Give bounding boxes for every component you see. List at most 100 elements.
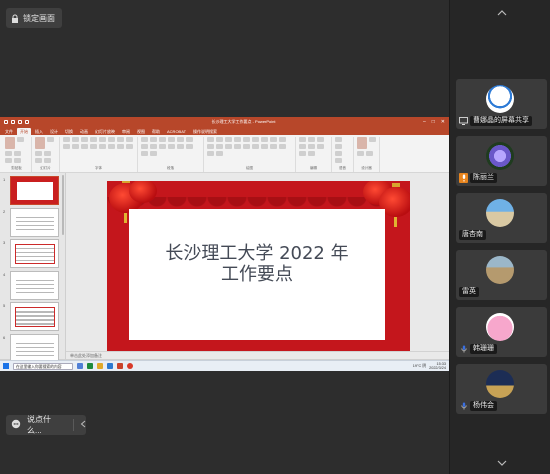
ribbon-button[interactable] [335, 151, 342, 156]
ribbon-button[interactable] [335, 158, 342, 163]
ribbon-button[interactable] [225, 137, 232, 142]
file-explorer-icon[interactable] [97, 363, 103, 369]
ribbon-button[interactable] [243, 137, 250, 142]
participant-tile[interactable]: 陈丽兰 [456, 136, 547, 186]
ribbon-tab[interactable]: 幻灯片放映 [92, 128, 118, 135]
ribbon-button[interactable] [72, 144, 79, 149]
ribbon-button[interactable] [150, 144, 157, 149]
powerpoint-icon[interactable] [117, 363, 123, 369]
system-tray[interactable]: 19°C 阴 15:33 2022/3/24 [413, 362, 446, 370]
ribbon-button[interactable] [299, 137, 306, 142]
ribbon-tab[interactable]: 切换 [62, 128, 76, 135]
ribbon-tab[interactable]: 审阅 [119, 128, 133, 135]
participant-tile[interactable]: 雷英 [456, 250, 547, 300]
slide-canvas[interactable]: 长沙理工大学 2022 年 工作要点 单击此处添加备注 [66, 173, 449, 359]
ribbon-button[interactable] [17, 137, 24, 142]
ribbon-button[interactable] [369, 137, 376, 142]
participant-tile[interactable]: 曹娜晶的屏幕共享 [456, 79, 547, 129]
ribbon-button[interactable] [299, 144, 306, 149]
scroll-up-button[interactable] [496, 9, 508, 17]
ribbon-button[interactable] [279, 137, 286, 142]
ribbon-button[interactable] [99, 144, 106, 149]
slide-thumbnail[interactable]: 5 [3, 302, 65, 332]
ribbon-button[interactable] [357, 137, 367, 149]
ribbon-button[interactable] [279, 144, 286, 149]
ribbon-button[interactable] [252, 137, 259, 142]
participant-tile[interactable]: 杨伟会 [456, 364, 547, 414]
ribbon-button[interactable] [117, 137, 124, 142]
ribbon-button[interactable] [216, 151, 223, 156]
slide-thumbnail[interactable]: 3 [3, 239, 65, 269]
notes-pane[interactable]: 单击此处添加备注 [66, 351, 449, 359]
ribbon-button[interactable] [90, 144, 97, 149]
ribbon-tab[interactable]: 帮助 [149, 128, 163, 135]
ribbon-button[interactable] [99, 137, 106, 142]
ribbon-tab[interactable]: 动画 [77, 128, 91, 135]
maximize-icon[interactable]: □ [432, 119, 435, 125]
ribbon-button[interactable] [308, 151, 315, 156]
app-icon[interactable] [127, 363, 133, 369]
ribbon-button[interactable] [35, 158, 42, 163]
ribbon-button[interactable] [90, 137, 97, 142]
ribbon-tab[interactable]: 插入 [32, 128, 46, 135]
ribbon-button[interactable] [252, 144, 259, 149]
ribbon-button[interactable] [35, 137, 45, 149]
ribbon-button[interactable] [5, 137, 15, 149]
ribbon-button[interactable] [243, 144, 250, 149]
slide-thumbnail[interactable]: 4 [3, 270, 65, 300]
lock-view-button[interactable]: 锁定画面 [6, 8, 62, 28]
slide-thumbnail[interactable]: 6 [3, 333, 65, 363]
slide-thumbnail-pane[interactable]: 1234567 [0, 173, 66, 371]
ribbon-button[interactable] [47, 137, 54, 142]
ribbon-button[interactable] [234, 144, 241, 149]
ribbon-button[interactable] [126, 137, 133, 142]
ribbon-button[interactable] [159, 137, 166, 142]
ribbon-button[interactable] [225, 144, 232, 149]
ribbon-button[interactable] [141, 144, 148, 149]
ribbon-button[interactable] [117, 144, 124, 149]
taskbar-search-input[interactable]: 在这里输入你要搜索的内容 [13, 362, 73, 370]
ribbon-button[interactable] [366, 151, 373, 156]
ribbon-button[interactable] [216, 144, 223, 149]
ribbon-button[interactable] [108, 137, 115, 142]
ribbon-button[interactable] [81, 144, 88, 149]
participant-tile[interactable]: 韩珊珊 [456, 307, 547, 357]
ribbon-button[interactable] [216, 137, 223, 142]
ribbon-button[interactable] [207, 144, 214, 149]
word-icon[interactable] [107, 363, 113, 369]
ribbon-button[interactable] [234, 137, 241, 142]
ribbon-tab[interactable]: 操作说明搜索 [190, 128, 220, 135]
ribbon-button[interactable] [81, 137, 88, 142]
ribbon-button[interactable] [308, 144, 315, 149]
ribbon-button[interactable] [5, 151, 12, 156]
ribbon-button[interactable] [357, 151, 364, 156]
ribbon-tab[interactable]: 设计 [47, 128, 61, 135]
task-view-icon[interactable] [77, 363, 83, 369]
ribbon-button[interactable] [150, 137, 157, 142]
ribbon-button[interactable] [44, 151, 51, 156]
ribbon-button[interactable] [141, 137, 148, 142]
chevron-left-icon[interactable] [80, 420, 86, 430]
quick-access-toolbar[interactable] [4, 120, 64, 124]
ribbon-button[interactable] [335, 137, 342, 142]
ribbon-button[interactable] [270, 137, 277, 142]
ribbon-button[interactable] [270, 144, 277, 149]
slide-thumbnail[interactable]: 2 [3, 207, 65, 237]
ribbon-button[interactable] [63, 137, 70, 142]
ribbon-button[interactable] [5, 158, 12, 163]
ribbon-button[interactable] [14, 158, 21, 163]
participant-tile[interactable]: 唐杏南 [456, 193, 547, 243]
ribbon-button[interactable] [72, 137, 79, 142]
close-icon[interactable]: ✕ [441, 119, 445, 125]
ribbon-button[interactable] [44, 158, 51, 163]
ribbon-button[interactable] [261, 144, 268, 149]
ribbon-button[interactable] [186, 144, 193, 149]
ribbon-button[interactable] [186, 137, 193, 142]
ribbon-button[interactable] [261, 137, 268, 142]
slide-thumbnail[interactable]: 1 [3, 176, 65, 205]
ribbon-button[interactable] [207, 137, 214, 142]
ribbon-button[interactable] [159, 144, 166, 149]
ribbon-button[interactable] [168, 144, 175, 149]
windows-start-icon[interactable] [3, 363, 9, 369]
ribbon-tab[interactable]: 视图 [134, 128, 148, 135]
